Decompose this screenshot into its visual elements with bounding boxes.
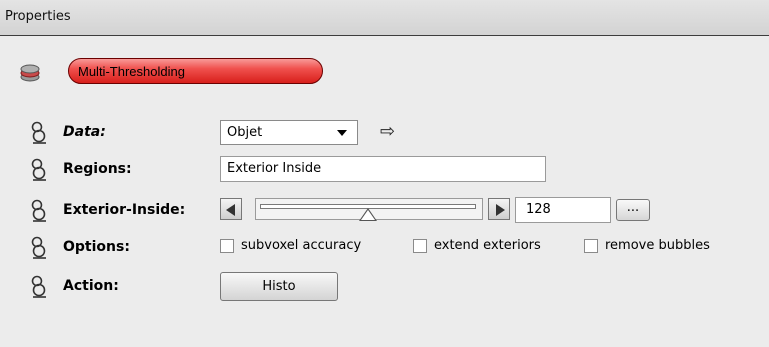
port-data-row: Data: Objet ⇨ [0, 118, 769, 146]
port-regions-row: Regions: Exterior Inside [0, 155, 769, 183]
pin-icon[interactable] [28, 158, 50, 182]
pin-icon[interactable] [28, 275, 50, 299]
data-select-value: Objet [227, 125, 263, 140]
slider-decrement-button[interactable] [220, 198, 242, 220]
port-label-regions: Regions: [63, 161, 132, 177]
connect-arrow-icon[interactable]: ⇨ [380, 121, 395, 142]
port-action-row: Action: Histo [0, 272, 769, 301]
checkbox-label: extend exteriors [434, 238, 541, 253]
pin-icon[interactable] [28, 199, 50, 223]
pin-icon[interactable] [28, 236, 50, 260]
pin-icon[interactable] [28, 121, 50, 145]
port-options-row: Options: subvoxel accuracy extend exteri… [0, 233, 769, 261]
threshold-slider[interactable] [255, 198, 483, 221]
slider-thumb[interactable] [359, 208, 377, 221]
layers-icon [20, 64, 40, 82]
arrow-left-icon [226, 204, 235, 216]
properties-panel-header: Properties [0, 0, 769, 36]
module-name-button[interactable]: Multi-Thresholding [68, 58, 323, 84]
port-label-options: Options: [63, 239, 130, 255]
checkbox-box[interactable] [413, 239, 427, 253]
properties-panel: Multi-Thresholding Data: Objet ⇨ Regions… [0, 37, 769, 347]
port-exterior-inside-row: Exterior-Inside: 128 ... [0, 196, 769, 224]
checkbox-label: remove bubbles [605, 238, 710, 253]
more-options-button[interactable]: ... [616, 199, 650, 221]
chevron-down-icon [337, 130, 347, 136]
regions-input[interactable]: Exterior Inside [220, 156, 546, 182]
histo-button[interactable]: Histo [220, 272, 338, 301]
panel-title: Properties [5, 9, 71, 24]
data-select[interactable]: Objet [220, 120, 358, 145]
port-label-exterior-inside: Exterior-Inside: [63, 202, 186, 218]
slider-increment-button[interactable] [488, 198, 510, 220]
threshold-value-input[interactable]: 128 [515, 197, 611, 223]
checkbox-label: subvoxel accuracy [241, 238, 362, 253]
checkbox-box[interactable] [220, 239, 234, 253]
port-label-action: Action: [63, 278, 119, 294]
arrow-right-icon [496, 204, 505, 216]
port-label-data: Data: [63, 124, 106, 140]
checkbox-box[interactable] [584, 239, 598, 253]
